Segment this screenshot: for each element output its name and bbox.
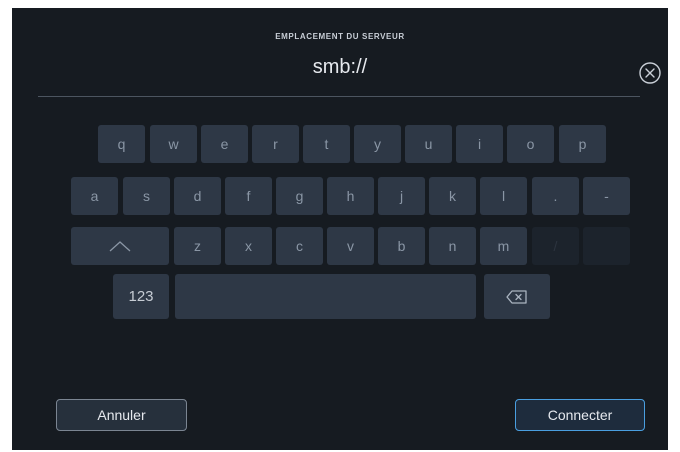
dialog-title: EMPLACEMENT DU SERVEUR bbox=[275, 32, 405, 41]
key-w[interactable]: w bbox=[150, 125, 197, 163]
key-c[interactable]: c bbox=[276, 227, 323, 265]
key-k[interactable]: k bbox=[429, 177, 476, 215]
key-m[interactable]: m bbox=[480, 227, 527, 265]
server-location-dialog: EMPLACEMENT DU SERVEUR smb:// q w e r t … bbox=[12, 8, 668, 450]
key-v[interactable]: v bbox=[327, 227, 374, 265]
cancel-button[interactable]: Annuler bbox=[56, 399, 187, 431]
backspace-key[interactable] bbox=[484, 274, 550, 319]
key-x[interactable]: x bbox=[225, 227, 272, 265]
key-b[interactable]: b bbox=[378, 227, 425, 265]
key-e[interactable]: e bbox=[201, 125, 248, 163]
connect-button[interactable]: Connecter bbox=[515, 399, 645, 431]
key-y[interactable]: y bbox=[354, 125, 401, 163]
key-s[interactable]: s bbox=[123, 177, 170, 215]
key-q[interactable]: q bbox=[98, 125, 145, 163]
key-n[interactable]: n bbox=[429, 227, 476, 265]
key-a[interactable]: a bbox=[71, 177, 118, 215]
key-f[interactable]: f bbox=[225, 177, 272, 215]
key-d[interactable]: d bbox=[174, 177, 221, 215]
key-dash[interactable]: - bbox=[583, 177, 630, 215]
key-j[interactable]: j bbox=[378, 177, 425, 215]
key-period[interactable]: . bbox=[532, 177, 579, 215]
key-g[interactable]: g bbox=[276, 177, 323, 215]
field-divider bbox=[38, 96, 640, 97]
key-slash-disabled: / bbox=[532, 227, 579, 265]
key-u[interactable]: u bbox=[405, 125, 452, 163]
key-i[interactable]: i bbox=[456, 125, 503, 163]
space-bar[interactable] bbox=[175, 274, 476, 319]
numbers-key[interactable]: 123 bbox=[113, 274, 169, 319]
key-t[interactable]: t bbox=[303, 125, 350, 163]
key-o[interactable]: o bbox=[507, 125, 554, 163]
chevron-up-icon bbox=[109, 241, 131, 252]
shift-key[interactable] bbox=[71, 227, 169, 265]
key-r[interactable]: r bbox=[252, 125, 299, 163]
backspace-icon bbox=[506, 289, 527, 304]
key-blank-disabled bbox=[583, 227, 630, 265]
circle-x-icon[interactable] bbox=[638, 61, 662, 85]
key-p[interactable]: p bbox=[559, 125, 606, 163]
key-z[interactable]: z bbox=[174, 227, 221, 265]
server-address-field[interactable]: smb:// bbox=[12, 56, 668, 79]
key-h[interactable]: h bbox=[327, 177, 374, 215]
key-l[interactable]: l bbox=[480, 177, 527, 215]
